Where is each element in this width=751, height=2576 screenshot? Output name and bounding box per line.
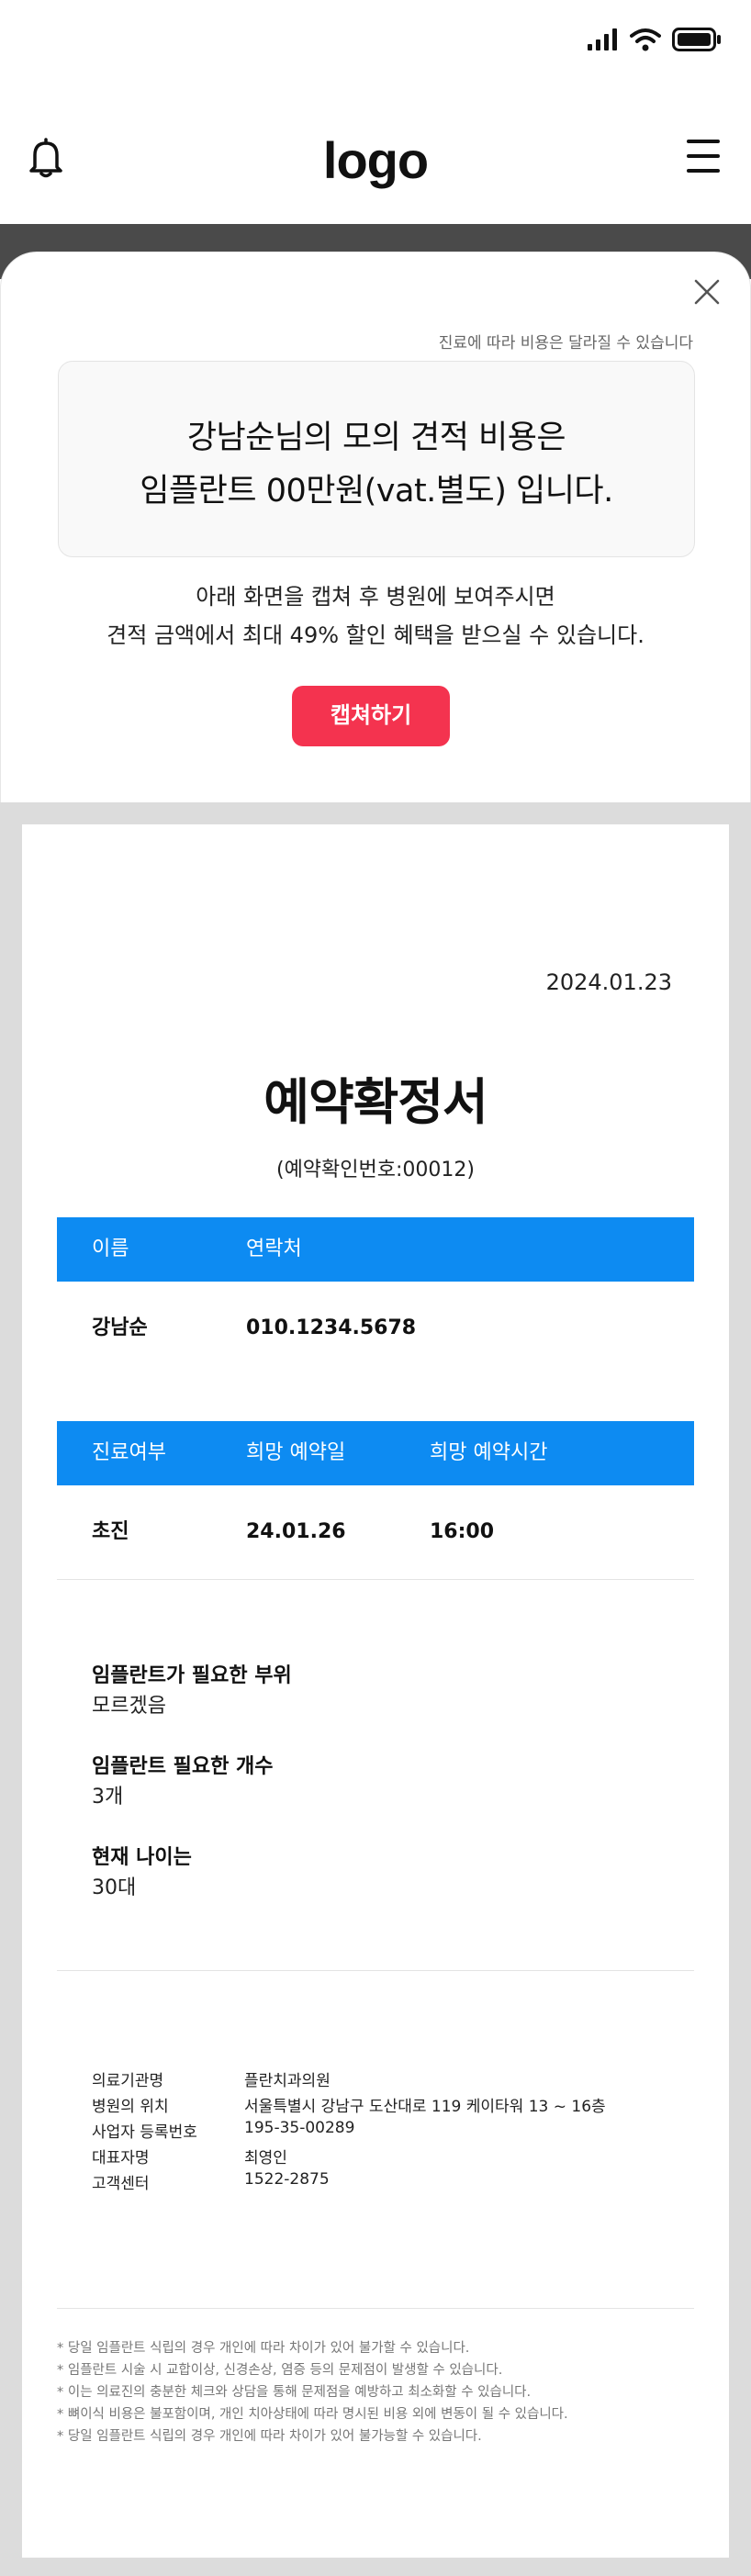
app-logo[interactable]: logo bbox=[0, 130, 751, 190]
disclaimer-line: * 임플란트 시술 시 교합이상, 신경손상, 염증 등의 문제점이 발생할 수… bbox=[57, 2363, 503, 2378]
info-label: 사업자 등록번호 bbox=[92, 2123, 197, 2142]
wifi-icon bbox=[630, 28, 661, 51]
info-label: 의료기관명 bbox=[92, 2072, 164, 2090]
signal-icon bbox=[588, 28, 617, 50]
divider bbox=[57, 1579, 694, 1580]
question-item: 임플란트가 필요한 부위 모르겠음 bbox=[92, 1662, 292, 1722]
confirmation-number: (예약확인번호:00012) bbox=[275, 1159, 475, 1182]
disclaimer-notes: * 당일 임플란트 식립의 경우 개인에 따라 차이가 있어 불가할 수 있습니… bbox=[57, 2337, 694, 2447]
contact-table-header: 이름 연락처 bbox=[57, 1217, 694, 1282]
info-value: 최영인 bbox=[244, 2149, 287, 2167]
question-answer: 3개 bbox=[92, 1786, 124, 1809]
document-date: 2024.01.23 bbox=[545, 969, 672, 995]
estimate-line-1: 강남순님의 모의 견적 비용은 bbox=[186, 420, 566, 456]
header-phone: 연락처 bbox=[246, 1238, 302, 1260]
info-row: 병원의 위치 서울특별시 강남구 도산대로 119 케이타워 13 ~ 16층 bbox=[92, 2093, 679, 2119]
info-row: 의료기관명 플란치과의원 bbox=[92, 2067, 679, 2093]
info-value: 1522-2875 bbox=[244, 2170, 330, 2189]
description-line-1: 아래 화면을 캡쳐 후 병원에 보여주시면 bbox=[196, 584, 555, 610]
visit-table-header: 진료여부 희망 예약일 희망 예약시간 bbox=[57, 1421, 694, 1485]
info-value: 195-35-00289 bbox=[244, 2119, 355, 2137]
question-label: 현재 나이는 bbox=[92, 1846, 192, 1869]
info-row: 사업자 등록번호 195-35-00289 bbox=[92, 2119, 679, 2145]
clinic-info: 의료기관명 플란치과의원 병원의 위치 서울특별시 강남구 도산대로 119 케… bbox=[92, 2067, 679, 2196]
disclaimer-line: * 뼈이식 비용은 불포함이며, 개인 치아상태에 따라 명시된 비용 외에 변… bbox=[57, 2407, 568, 2422]
close-icon[interactable] bbox=[693, 278, 721, 306]
capture-button[interactable]: 캡쳐하기 bbox=[292, 686, 450, 746]
question-label: 임플란트 필요한 개수 bbox=[92, 1755, 274, 1778]
header-preferred-date: 희망 예약일 bbox=[246, 1441, 346, 1464]
battery-icon bbox=[672, 28, 721, 51]
question-label: 임플란트가 필요한 부위 bbox=[92, 1664, 292, 1687]
divider bbox=[57, 2308, 694, 2309]
header-visit-type: 진료여부 bbox=[92, 1441, 166, 1464]
app-header: logo bbox=[0, 92, 751, 224]
visit-table-row: 초진 24.01.26 16:00 bbox=[57, 1500, 694, 1564]
info-row: 대표자명 최영인 bbox=[92, 2145, 679, 2170]
disclaimer-line: * 당일 임플란트 식립의 경우 개인에 따라 차이가 있어 불가능할 수 있습… bbox=[57, 2429, 482, 2444]
info-value: 서울특별시 강남구 도산대로 119 케이타워 13 ~ 16층 bbox=[244, 2098, 606, 2116]
cost-notice: 진료에 따라 비용은 달라질 수 있습니다 bbox=[438, 334, 693, 353]
status-icons bbox=[588, 28, 722, 51]
disclaimer-line: * 당일 임플란트 식립의 경우 개인에 따라 차이가 있어 불가할 수 있습니… bbox=[57, 2341, 470, 2356]
preferred-time: 16:00 bbox=[430, 1520, 495, 1543]
question-item: 임플란트 필요한 개수 3개 bbox=[92, 1753, 273, 1813]
info-value: 플란치과의원 bbox=[244, 2072, 331, 2090]
header-preferred-time: 희망 예약시간 bbox=[430, 1441, 548, 1464]
estimate-box: 강남순님의 모의 견적 비용은 임플란트 00만원(vat.별도) 입니다. bbox=[58, 361, 695, 557]
preferred-date: 24.01.26 bbox=[246, 1520, 346, 1543]
document-title: 예약확정서 bbox=[263, 1073, 488, 1131]
description-line-2: 견적 금액에서 최대 49% 할인 혜택을 받으실 수 있습니다. bbox=[106, 622, 645, 648]
question-answer: 모르겠음 bbox=[92, 1695, 166, 1718]
capture-description: 아래 화면을 캡쳐 후 병원에 보여주시면 견적 금액에서 최대 49% 할인 … bbox=[1, 577, 750, 655]
contact-table-row: 강남순 010.1234.5678 bbox=[57, 1296, 694, 1361]
status-bar bbox=[0, 0, 751, 92]
info-label: 대표자명 bbox=[92, 2149, 150, 2167]
divider bbox=[57, 1970, 694, 1971]
info-label: 고객센터 bbox=[92, 2175, 150, 2193]
customer-phone: 010.1234.5678 bbox=[246, 1316, 417, 1339]
question-item: 현재 나이는 30대 bbox=[92, 1843, 192, 1904]
info-label: 병원의 위치 bbox=[92, 2098, 169, 2116]
header-name: 이름 bbox=[92, 1238, 129, 1260]
reservation-document: 2024.01.23 예약확정서 (예약확인번호:00012) 이름 연락처 강… bbox=[22, 824, 729, 2558]
estimate-line-2: 임플란트 00만원(vat.별도) 입니다. bbox=[140, 473, 613, 510]
disclaimer-line: * 이는 의료진의 충분한 체크와 상담을 통해 문제점을 예방하고 최소화할 … bbox=[57, 2385, 532, 2400]
customer-name: 강남순 bbox=[92, 1316, 148, 1339]
estimate-modal: 진료에 따라 비용은 달라질 수 있습니다 강남순님의 모의 견적 비용은 임플… bbox=[0, 252, 751, 802]
info-row: 고객센터 1522-2875 bbox=[92, 2170, 679, 2196]
question-answer: 30대 bbox=[92, 1876, 137, 1899]
visit-type: 초진 bbox=[92, 1520, 129, 1543]
menu-icon[interactable] bbox=[687, 140, 720, 173]
